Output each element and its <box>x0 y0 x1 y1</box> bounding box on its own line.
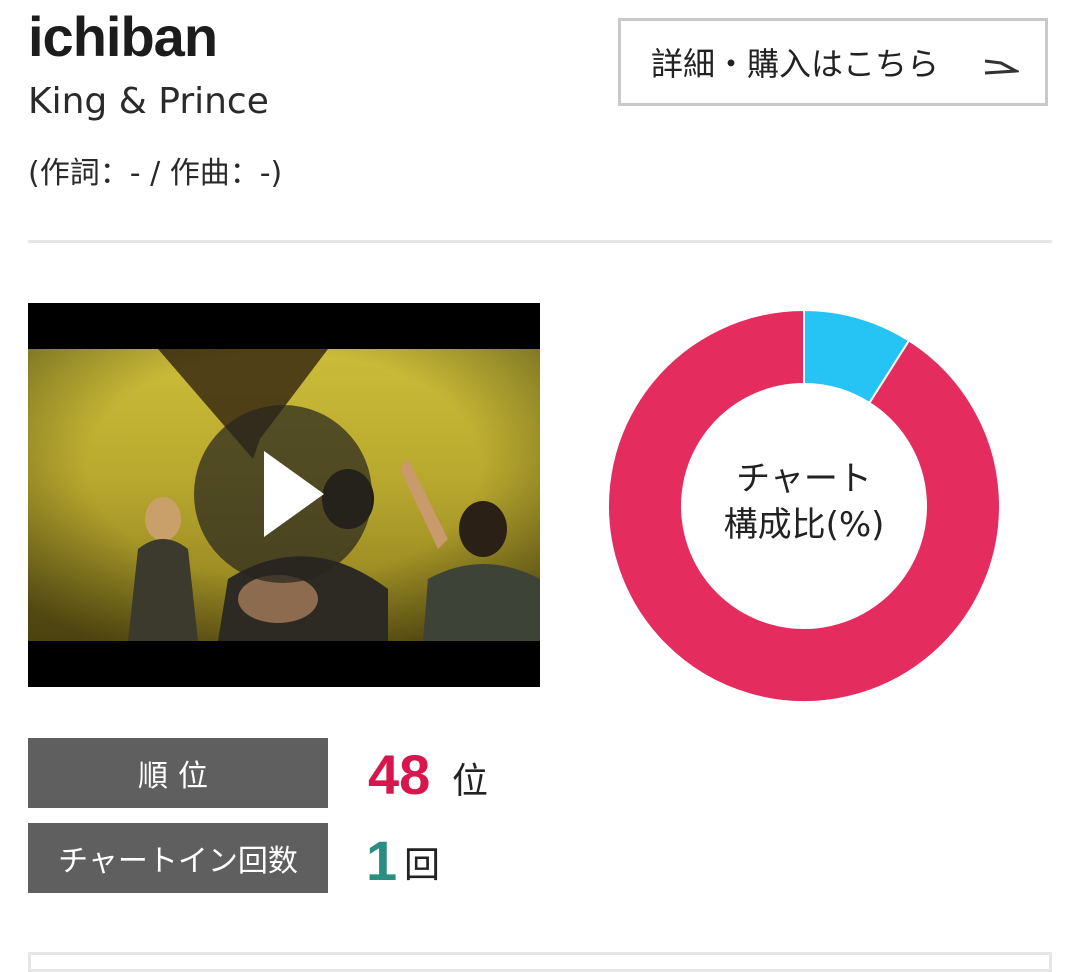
chart-in-count-value: 1 <box>366 829 398 892</box>
arrow-icon <box>984 59 1019 75</box>
play-icon <box>264 451 324 537</box>
chart-center-line2: 構成比(%) <box>723 505 885 545</box>
play-button[interactable] <box>194 405 372 583</box>
chart-in-count-unit: 回 <box>404 845 441 886</box>
chart-center-line1: チャート <box>736 459 872 499</box>
details-purchase-label: 詳細・購入はこちら <box>651 45 940 83</box>
rank-label: 順位 <box>28 738 328 808</box>
section-divider <box>28 240 1052 243</box>
artist-name: King & Prince <box>28 81 269 122</box>
rank-unit: 位 <box>452 761 489 802</box>
chart-in-count-label: チャートイン回数 <box>28 823 328 893</box>
chart-center-label: チャート 構成比(%) <box>704 456 904 548</box>
rank-value: 48 <box>368 743 431 806</box>
song-title: ichiban <box>28 5 218 68</box>
details-purchase-button[interactable]: 詳細・購入はこちら <box>618 18 1048 106</box>
video-player[interactable] <box>28 303 540 687</box>
song-credits: (作詞：- / 作曲：-) <box>28 156 283 191</box>
chart-composition: チャート 構成比(%) <box>607 308 1001 703</box>
next-section-box <box>28 952 1052 972</box>
